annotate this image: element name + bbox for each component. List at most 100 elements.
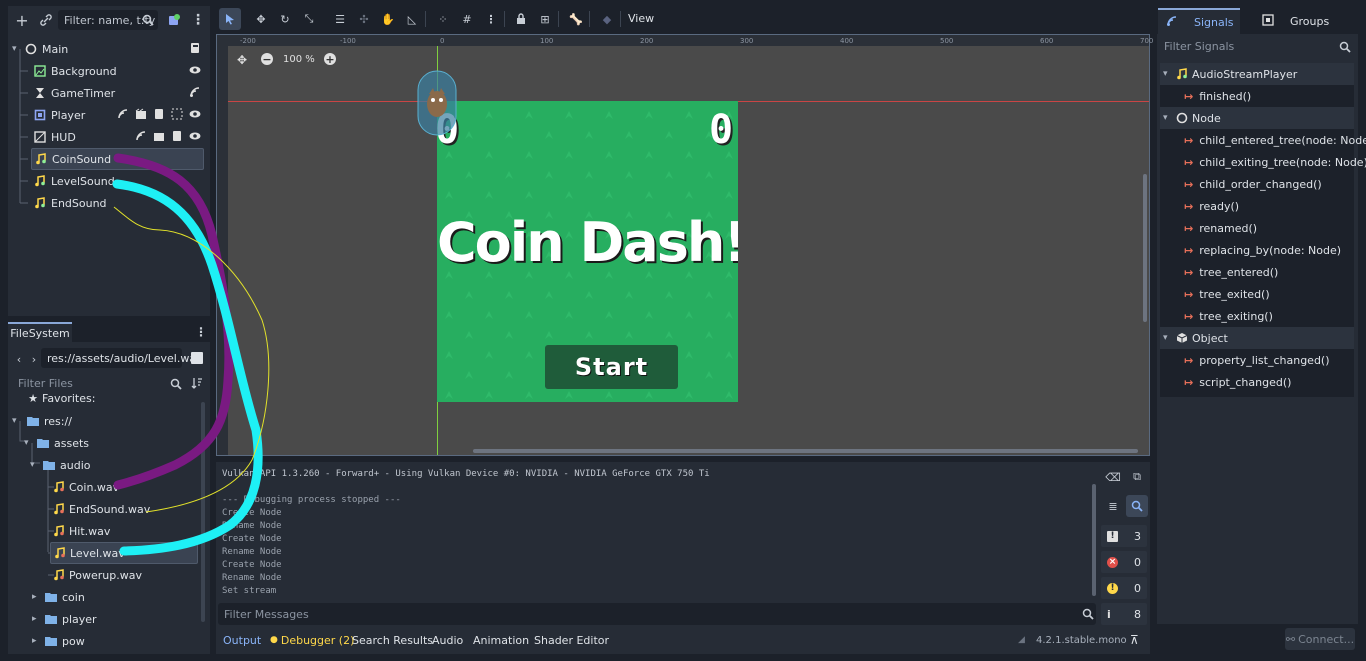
- visibility-eye-icon[interactable]: [189, 65, 201, 78]
- open-scene-icon[interactable]: [153, 130, 165, 145]
- filter-signals-input[interactable]: Filter Signals: [1158, 36, 1356, 56]
- script-icon[interactable]: [153, 108, 165, 123]
- move-tool-icon[interactable]: ✥: [250, 8, 272, 30]
- script-icon[interactable]: [171, 130, 183, 145]
- tab-debugger[interactable]: ● Debugger (2): [270, 630, 354, 650]
- link-icon[interactable]: [35, 9, 57, 31]
- scene-row-main[interactable]: ▾ Main: [12, 38, 208, 60]
- signal-item[interactable]: ↦ tree_exiting(): [1184, 305, 1273, 327]
- start-button[interactable]: Start: [545, 345, 678, 389]
- scene-row-levelsound[interactable]: LevelSound: [33, 170, 208, 192]
- tab-animation[interactable]: Animation: [473, 630, 529, 650]
- scene-row-coinsound[interactable]: CoinSound: [31, 148, 204, 170]
- filesystem-tab[interactable]: FileSystem: [8, 322, 72, 342]
- toggle-bottom-panel-icon[interactable]: ⊼: [1130, 630, 1139, 650]
- visibility-eye-icon[interactable]: [189, 109, 201, 122]
- smart-snap-icon[interactable]: ⁘: [432, 8, 454, 30]
- fs-row-favorites[interactable]: ★ Favorites:: [26, 388, 95, 408]
- list-select-icon[interactable]: ☰: [329, 8, 351, 30]
- signal-item[interactable]: ↦ property_list_changed(): [1184, 349, 1330, 371]
- rotate-tool-icon[interactable]: ↻: [274, 8, 296, 30]
- ruler-tool-icon[interactable]: ◺: [401, 8, 423, 30]
- zoom-out-icon[interactable]: −: [261, 53, 273, 66]
- collapse-duplicates-icon[interactable]: ≣: [1102, 495, 1124, 517]
- tab-search-results[interactable]: Search Results: [352, 630, 433, 650]
- signal-item[interactable]: ↦ replacing_by(node: Node): [1184, 239, 1341, 261]
- filesystem-scrollbar[interactable]: [201, 402, 205, 622]
- clear-output-icon[interactable]: ⌫: [1102, 466, 1124, 488]
- tab-groups[interactable]: Groups: [1262, 8, 1352, 34]
- script-icon[interactable]: [189, 42, 201, 57]
- signal-section-audiostreamplayer[interactable]: ▾ AudioStreamPlayer: [1160, 63, 1354, 85]
- canvas-hscrollbar[interactable]: [473, 449, 1138, 453]
- collapse-arrow-icon[interactable]: ▾: [1163, 69, 1175, 79]
- add-node-button[interactable]: +: [11, 9, 33, 31]
- filter-toggle-icon[interactable]: [1126, 495, 1148, 517]
- fs-row-res[interactable]: ▾ res://: [12, 410, 72, 432]
- error-count-toggle[interactable]: × 0: [1101, 551, 1147, 573]
- signal-item[interactable]: ↦ child_order_changed(): [1184, 173, 1322, 195]
- instance-scene-button[interactable]: [163, 9, 185, 31]
- signal-icon[interactable]: [189, 86, 201, 101]
- scene-row-gametimer[interactable]: GameTimer: [33, 82, 208, 104]
- visibility-eye-icon[interactable]: [189, 131, 201, 144]
- group-icon[interactable]: ⊞: [534, 8, 556, 30]
- tab-signals[interactable]: Signals: [1158, 8, 1240, 34]
- signal-item[interactable]: ↦ script_changed(): [1184, 371, 1291, 393]
- fs-row-hit-wav[interactable]: Hit.wav: [52, 520, 110, 542]
- scene-row-background[interactable]: Background: [33, 60, 208, 82]
- info-count-toggle[interactable]: i 8: [1101, 603, 1147, 625]
- fs-row-powerup-wav[interactable]: Powerup.wav: [52, 564, 142, 586]
- copy-output-icon[interactable]: ⧉: [1126, 466, 1148, 488]
- fs-row-coin-folder[interactable]: ▸ coin: [32, 586, 85, 608]
- pan-tool-icon[interactable]: ✋: [377, 8, 399, 30]
- filesystem-path-field[interactable]: res://assets/audio/Level.wav: [41, 348, 203, 368]
- collapse-arrow-icon[interactable]: ▾: [1163, 333, 1175, 343]
- fs-row-audio[interactable]: ▾ audio: [30, 454, 90, 476]
- signal-icon[interactable]: [117, 108, 129, 123]
- zoom-in-icon[interactable]: +: [324, 53, 336, 66]
- expand-arrow-icon[interactable]: ▸: [32, 592, 44, 602]
- scene-row-endsound[interactable]: EndSound: [33, 192, 208, 214]
- signal-section-node[interactable]: ▾ Node: [1160, 107, 1354, 129]
- back-icon[interactable]: ‹: [12, 348, 26, 370]
- signal-item[interactable]: ↦ child_exiting_tree(node: Node): [1184, 151, 1366, 173]
- signal-item[interactable]: ↦ child_entered_tree(node: Node): [1184, 129, 1366, 151]
- sort-icon[interactable]: [191, 377, 203, 392]
- expand-arrow-icon[interactable]: ▸: [32, 636, 44, 646]
- split-view-icon[interactable]: [191, 352, 203, 364]
- camera-override-icon[interactable]: ◆: [596, 8, 618, 30]
- forward-icon[interactable]: ›: [27, 348, 41, 370]
- zoom-reset-icon[interactable]: ✥: [237, 53, 247, 67]
- collapse-arrow-icon[interactable]: ▾: [30, 460, 42, 470]
- signal-item[interactable]: ↦ finished(): [1184, 85, 1251, 107]
- signal-item[interactable]: ↦ ready(): [1184, 195, 1239, 217]
- kebab-menu-icon[interactable]: ⋮: [193, 322, 209, 342]
- player-sprite[interactable]: [417, 70, 457, 136]
- skeleton-icon[interactable]: 🦴: [565, 8, 587, 30]
- view-menu-button[interactable]: View: [628, 12, 654, 25]
- tab-audio[interactable]: Audio: [432, 630, 463, 650]
- kebab-menu-icon[interactable]: ⋮: [187, 9, 209, 31]
- grid-snap-icon[interactable]: #: [456, 8, 478, 30]
- tab-output[interactable]: Output: [223, 630, 261, 650]
- lock-icon[interactable]: [510, 8, 532, 30]
- collapse-arrow-icon[interactable]: ▾: [1163, 113, 1175, 123]
- zoom-level[interactable]: 100 %: [283, 54, 315, 65]
- snap-options-icon[interactable]: ⋮: [480, 8, 502, 30]
- warning-count-toggle[interactable]: ! 0: [1101, 577, 1147, 599]
- expand-arrow-icon[interactable]: ▸: [32, 614, 44, 624]
- pivot-tool-icon[interactable]: ✣: [353, 8, 375, 30]
- collapse-arrow-icon[interactable]: ▾: [12, 44, 24, 54]
- signal-item[interactable]: ↦ renamed(): [1184, 217, 1257, 239]
- scale-tool-icon[interactable]: ⤡: [298, 8, 320, 30]
- canvas-vscrollbar[interactable]: [1143, 174, 1147, 322]
- signal-item[interactable]: ↦ tree_exited(): [1184, 283, 1270, 305]
- fs-row-pow-folder[interactable]: ▸ pow: [32, 630, 85, 652]
- signal-section-object[interactable]: ▾ Object: [1160, 327, 1354, 349]
- scene-row-player[interactable]: Player: [33, 104, 208, 126]
- fs-row-level-wav[interactable]: Level.wav: [50, 542, 198, 564]
- tab-shader-editor[interactable]: Shader Editor: [534, 630, 609, 650]
- open-scene-icon[interactable]: [135, 108, 147, 123]
- fs-row-assets[interactable]: ▾ assets: [24, 432, 89, 454]
